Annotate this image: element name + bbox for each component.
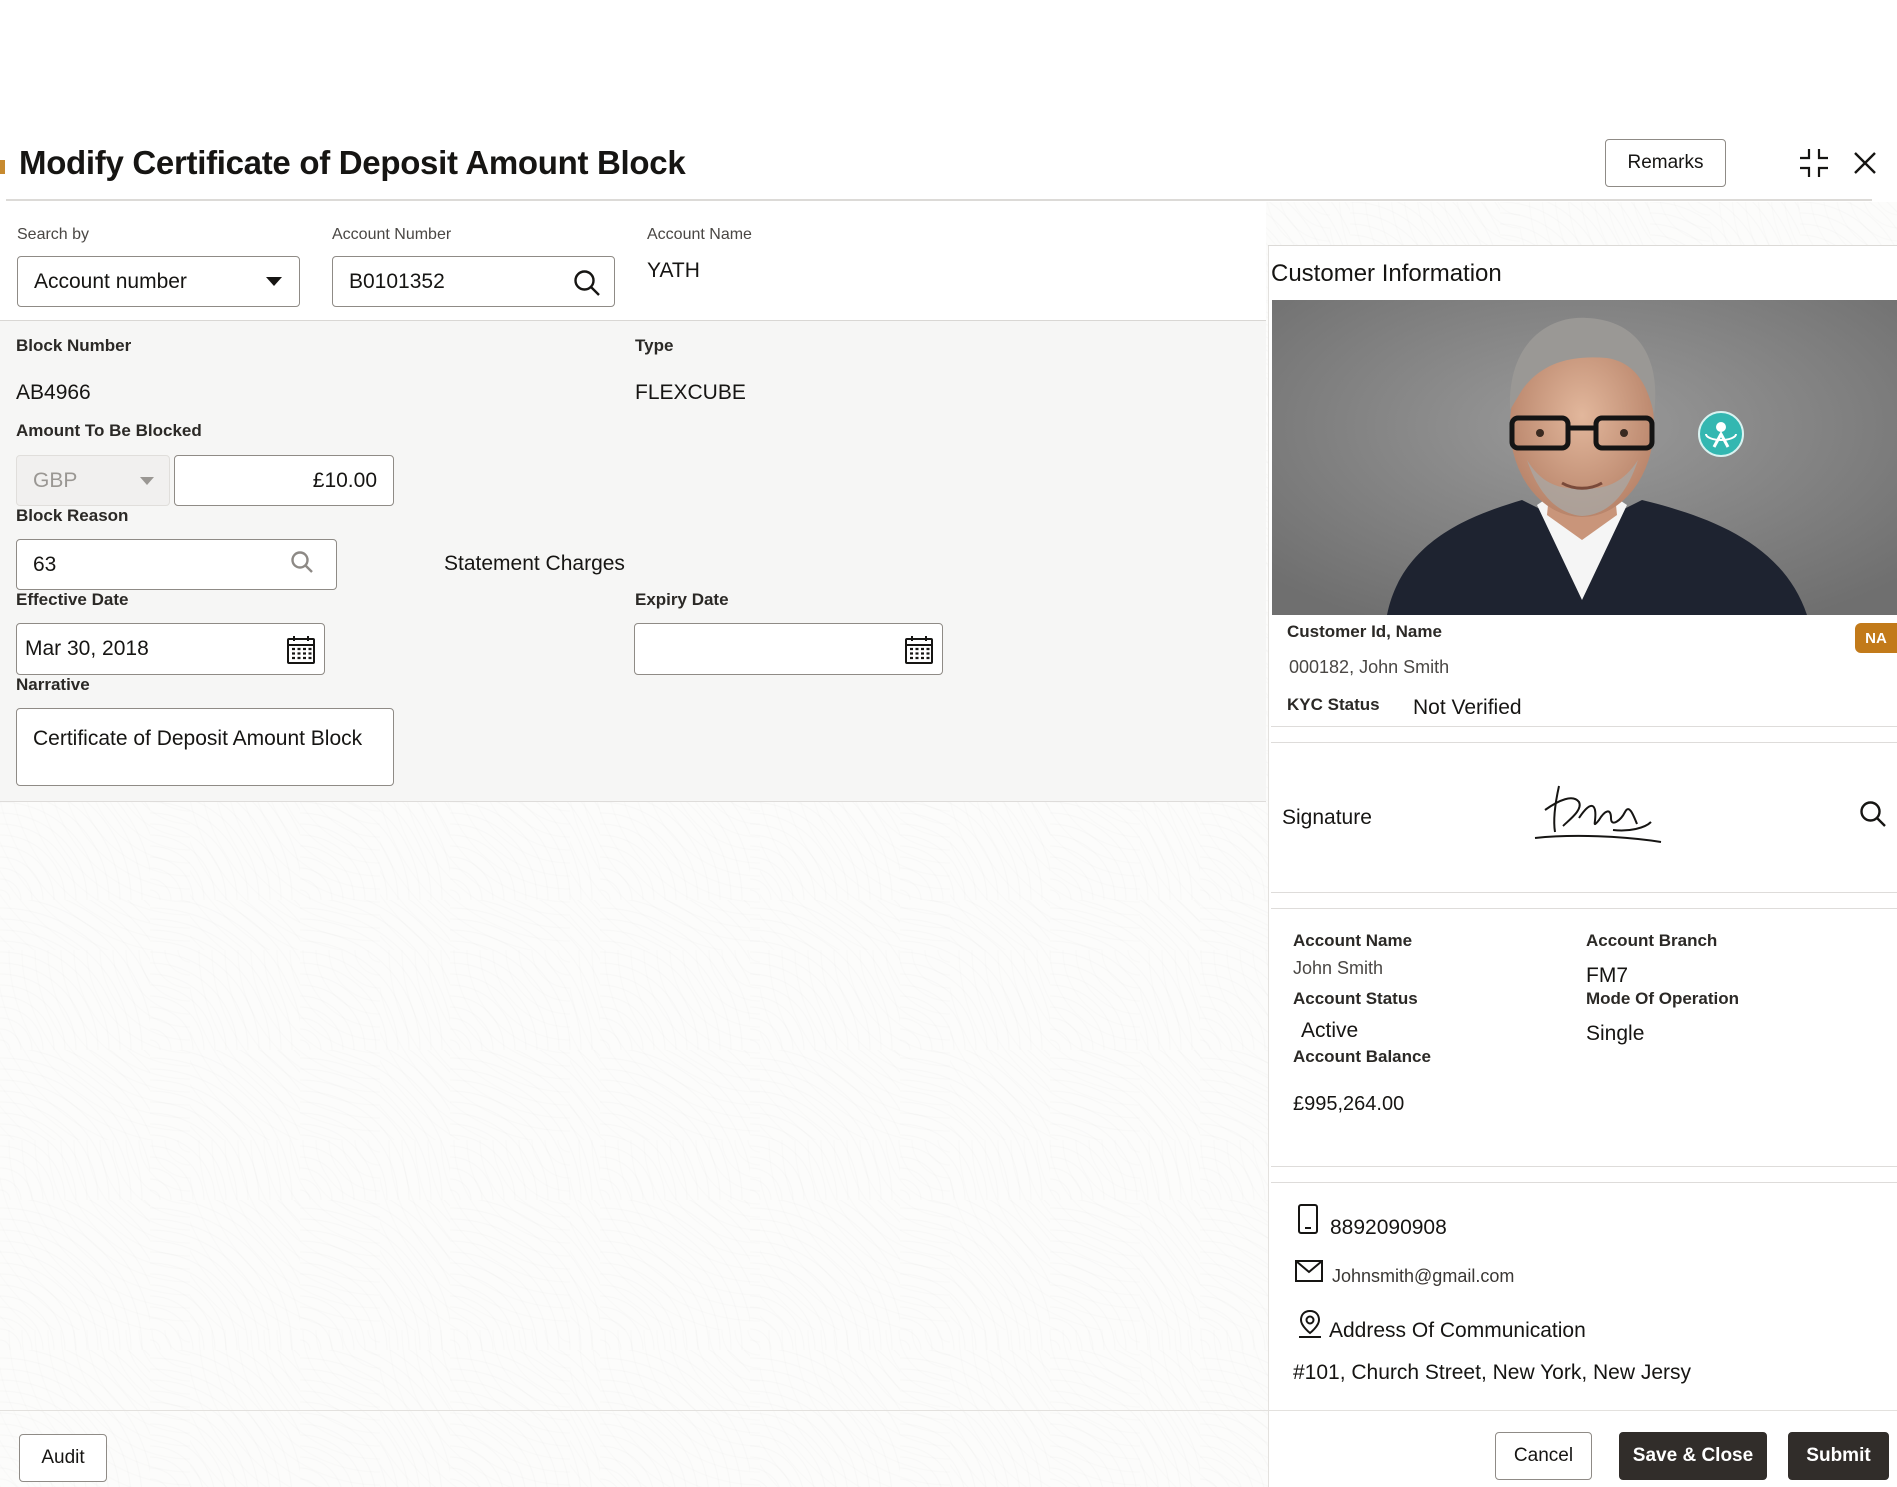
customer-panel-top-rule — [1268, 245, 1897, 246]
cancel-button[interactable]: Cancel — [1495, 1432, 1592, 1480]
mail-icon — [1295, 1260, 1323, 1287]
account-branch-value: FM7 — [1586, 964, 1628, 987]
effective-date-label: Effective Date — [16, 590, 129, 609]
search-by-select[interactable]: Account number — [17, 256, 300, 307]
effective-date-input[interactable]: Mar 30, 2018 — [16, 623, 325, 675]
dropdown-caret-icon — [266, 277, 282, 286]
search-by-value: Account number — [34, 269, 187, 293]
save-and-close-button[interactable]: Save & Close — [1619, 1432, 1767, 1480]
amount-value: £10.00 — [312, 468, 377, 492]
account-name-value: YATH — [647, 259, 700, 282]
account-balance-label: Account Balance — [1293, 1047, 1431, 1066]
expiry-date-input[interactable] — [634, 623, 943, 675]
type-value: FLEXCUBE — [635, 381, 746, 404]
audit-button[interactable]: Audit — [19, 1434, 107, 1482]
dropdown-caret-icon — [140, 477, 154, 485]
block-reason-description: Statement Charges — [444, 552, 625, 575]
footer-divider — [0, 1410, 1897, 1411]
narrative-value: Certificate of Deposit Amount Block — [33, 727, 363, 750]
divider — [1271, 908, 1897, 909]
narrative-input[interactable]: Certificate of Deposit Amount Block — [16, 708, 394, 786]
mode-of-operation-label: Mode Of Operation — [1586, 989, 1739, 1008]
remarks-button[interactable]: Remarks — [1605, 139, 1726, 187]
title-divider — [6, 199, 1872, 201]
mode-of-operation-value: Single — [1586, 1022, 1645, 1045]
customer-id-name-value: 000182, John Smith — [1289, 657, 1450, 677]
expiry-date-label: Expiry Date — [635, 590, 729, 609]
account-number-label: Account Number — [332, 226, 452, 243]
submit-button[interactable]: Submit — [1788, 1432, 1889, 1480]
type-label: Type — [635, 336, 674, 355]
page-title: Modify Certificate of Deposit Amount Blo… — [19, 144, 686, 181]
customer-photo — [1272, 300, 1897, 615]
block-number-value: AB4966 — [16, 381, 91, 404]
account-name-label: Account Name — [647, 226, 752, 243]
phone-icon — [1297, 1204, 1319, 1239]
kyc-status-label: KYC Status — [1287, 695, 1380, 714]
search-by-label: Search by — [17, 226, 90, 243]
magnify-icon[interactable] — [1859, 800, 1887, 828]
block-reason-input[interactable]: 63 — [16, 539, 337, 590]
account-number-input[interactable]: B0101352 — [332, 256, 615, 307]
address-value: #101, Church Street, New York, New Jersy — [1293, 1361, 1692, 1384]
email-value: Johnsmith@gmail.com — [1332, 1266, 1515, 1286]
amount-label: Amount To Be Blocked — [16, 421, 202, 440]
account-status-value: Active — [1301, 1019, 1359, 1042]
phone-value: 8892090908 — [1330, 1216, 1447, 1239]
amount-input[interactable]: £10.00 — [174, 455, 394, 506]
divider — [1271, 892, 1897, 893]
title-accent — [0, 160, 5, 174]
account-branch-label: Account Branch — [1586, 931, 1718, 950]
kyc-status-value: Not Verified — [1413, 696, 1522, 719]
customer-info-heading: Customer Information — [1271, 260, 1502, 287]
search-icon[interactable] — [573, 269, 601, 297]
customer-id-name-label: Customer Id, Name — [1287, 622, 1442, 641]
account-balance-value: £995,264.00 — [1293, 1093, 1405, 1115]
block-number-label: Block Number — [16, 336, 132, 355]
currency-select: GBP — [16, 455, 170, 506]
minimize-icon[interactable] — [1798, 147, 1830, 179]
search-icon[interactable] — [290, 550, 314, 574]
close-icon[interactable] — [1852, 150, 1878, 176]
effective-date-value: Mar 30, 2018 — [25, 637, 149, 660]
signature-label: Signature — [1282, 806, 1372, 829]
address-label: Address Of Communication — [1329, 1319, 1586, 1342]
location-icon — [1297, 1309, 1323, 1344]
divider — [1271, 726, 1897, 727]
account-status-label: Account Status — [1293, 989, 1418, 1008]
calendar-icon[interactable] — [286, 635, 316, 665]
divider — [1271, 1166, 1897, 1167]
account-name-label: Account Name — [1293, 931, 1413, 950]
calendar-icon[interactable] — [904, 635, 934, 665]
video-call-icon[interactable] — [1699, 412, 1743, 456]
signature-image — [1533, 780, 1663, 846]
narrative-label: Narrative — [16, 675, 90, 694]
top-blank-area — [0, 0, 1897, 120]
currency-value: GBP — [33, 468, 78, 492]
divider — [1271, 1182, 1897, 1183]
status-badge: NA — [1855, 623, 1897, 653]
block-reason-value: 63 — [33, 552, 57, 576]
account-number-value: B0101352 — [349, 269, 445, 293]
block-reason-label: Block Reason — [16, 506, 129, 525]
divider — [1271, 742, 1897, 743]
account-name-value: John Smith — [1293, 958, 1384, 978]
